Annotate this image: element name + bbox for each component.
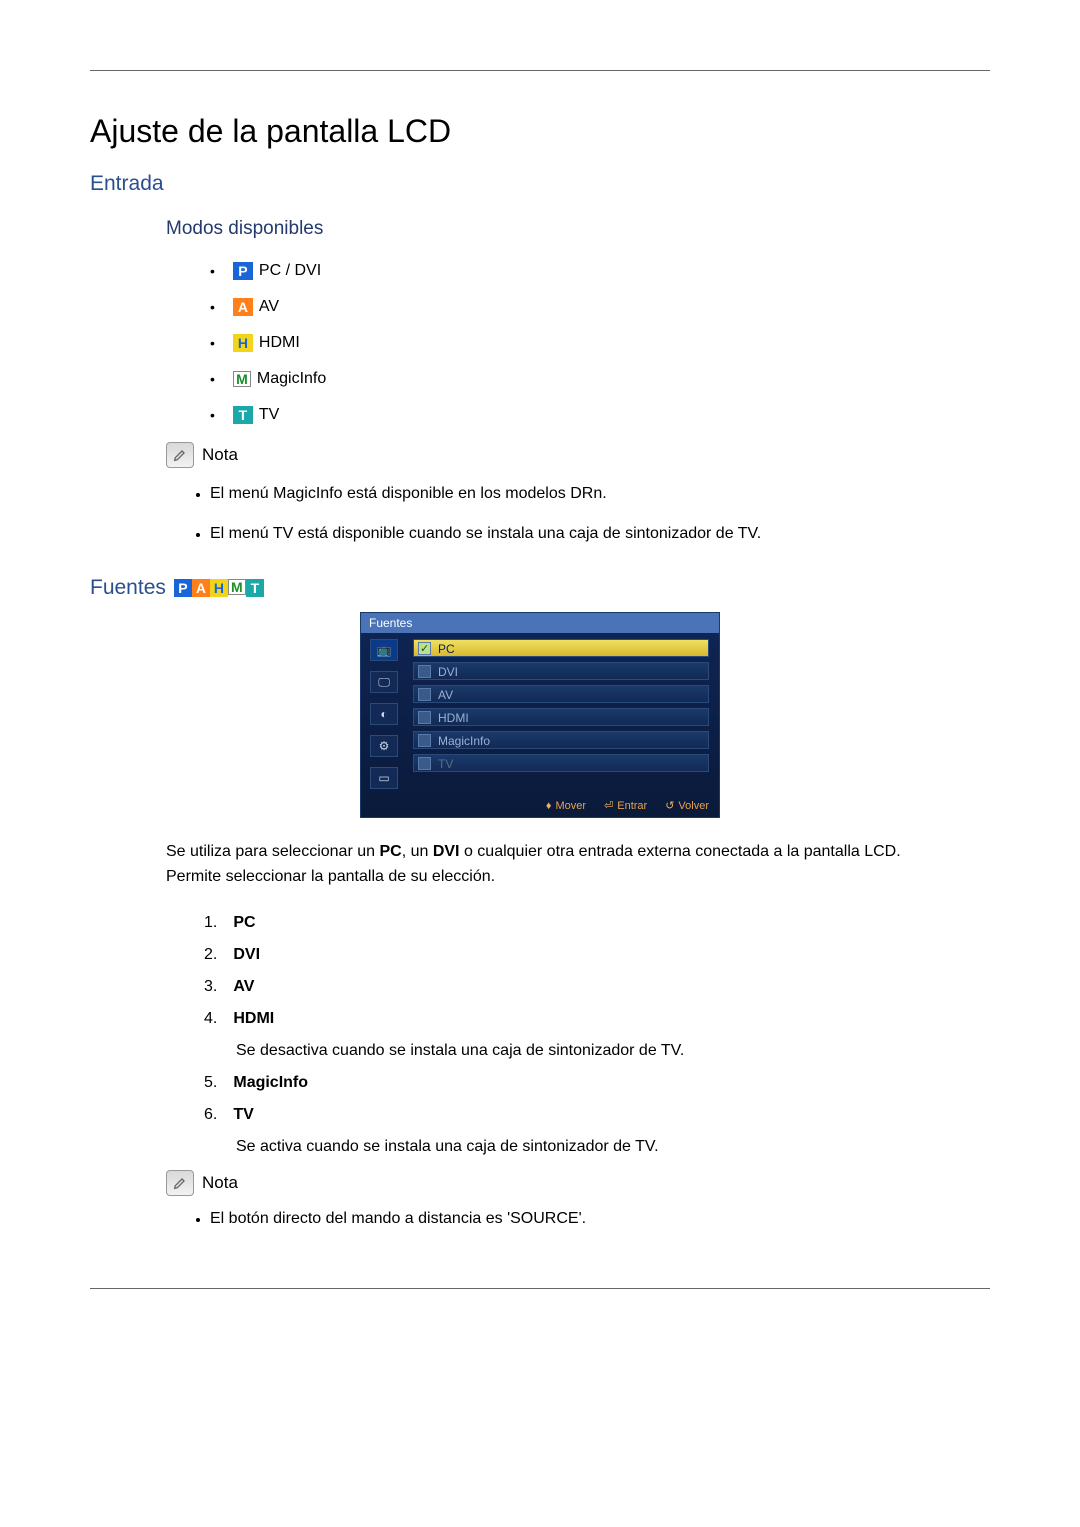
checkbox-icon: [418, 734, 431, 747]
mode-badge-A-icon: A: [233, 298, 253, 316]
osd-nav-icon: 🖵: [370, 671, 398, 693]
osd-item: HDMI: [413, 708, 709, 726]
osd-item: TV: [413, 754, 709, 772]
osd-screenshot: Fuentes 📺 🖵 ◐ ⚙ ▭ PC DVI AV HDMI MagicInfo TV…: [90, 612, 990, 818]
osd-list: PC DVI AV HDMI MagicInfo TV: [407, 633, 719, 795]
osd-nav-icon: ▭: [370, 767, 398, 789]
badge-T-icon: T: [246, 579, 264, 597]
source-label: MagicInfo: [233, 1074, 308, 1091]
page-title: Ajuste de la pantalla LCD: [90, 113, 990, 150]
osd-nav-icon: 📺: [370, 639, 398, 661]
osd-item: AV: [413, 685, 709, 703]
source-item: DVI: [204, 946, 990, 964]
osd-item-label: MagicInfo: [438, 734, 490, 748]
sources-list: PC DVI AV HDMI Se desactiva cuando se instal…: [204, 914, 990, 1156]
note-item: El menú TV está disponible cuando se ins…: [210, 522, 990, 546]
fuentes-heading: Fuentes: [90, 576, 166, 600]
osd-title: Fuentes: [361, 613, 719, 633]
osd-item: DVI: [413, 662, 709, 680]
modos-heading: Modos disponibles: [166, 218, 990, 240]
osd-item-label: HDMI: [438, 711, 469, 725]
osd-item-label: PC: [438, 642, 455, 656]
osd-nav-icon: ⚙: [370, 735, 398, 757]
mode-label: TV: [259, 406, 279, 424]
fuentes-heading-row: Fuentes PAHMT: [90, 576, 990, 600]
checkbox-icon: [418, 757, 431, 770]
nota-row-2: Nota: [166, 1170, 990, 1196]
osd-mover: Mover: [555, 800, 586, 812]
mode-badge-T-icon: T: [233, 406, 253, 424]
osd-entrar: Entrar: [617, 800, 647, 812]
osd-item-label: TV: [438, 757, 453, 771]
badge-M-icon: M: [228, 579, 246, 595]
badge-H-icon: H: [210, 579, 228, 597]
mode-badge-P-icon: P: [233, 262, 253, 280]
osd-panel: Fuentes 📺 🖵 ◐ ⚙ ▭ PC DVI AV HDMI MagicInfo TV…: [360, 612, 720, 818]
return-icon: ↺: [665, 799, 674, 812]
move-icon: ♦: [546, 800, 552, 812]
source-sub: Se activa cuando se instala una caja de …: [236, 1138, 990, 1156]
mode-item: A AV: [210, 298, 990, 316]
source-item: MagicInfo: [204, 1074, 990, 1092]
source-item: AV: [204, 978, 990, 996]
mode-item: M MagicInfo: [210, 370, 990, 388]
source-sub: Se desactiva cuando se instala una caja …: [236, 1042, 990, 1060]
pencil-icon: [166, 1170, 194, 1196]
note-item: El menú MagicInfo está disponible en los…: [210, 482, 990, 506]
top-divider: [90, 70, 990, 71]
osd-item-label: DVI: [438, 665, 458, 679]
checkbox-icon: [418, 711, 431, 724]
nota-label-2: Nota: [202, 1173, 238, 1193]
osd-nav: 📺 🖵 ◐ ⚙ ▭: [361, 633, 407, 795]
mode-item: H HDMI: [210, 334, 990, 352]
source-item: TV Se activa cuando se instala una caja d…: [204, 1106, 990, 1156]
section-entrada: Entrada: [90, 172, 990, 196]
mode-badge-H-icon: H: [233, 334, 253, 352]
badge-A-icon: A: [192, 579, 210, 597]
entrada-notes: El menú MagicInfo está disponible en los…: [210, 482, 990, 546]
osd-item: MagicInfo: [413, 731, 709, 749]
fuentes-badges: PAHMT: [174, 579, 264, 597]
nota-item: El botón directo del mando a distancia e…: [210, 1210, 990, 1228]
nota-label-1: Nota: [202, 445, 238, 465]
fuentes-description: Se utiliza para seleccionar un PC, un DV…: [166, 840, 914, 890]
mode-badge-M-icon: M: [233, 371, 251, 387]
pencil-icon: [166, 442, 194, 468]
source-label: AV: [233, 978, 254, 995]
source-label: PC: [233, 914, 255, 931]
osd-footer: ♦Mover ⏎ Entrar ↺ Volver: [361, 795, 719, 817]
checkbox-icon: [418, 665, 431, 678]
enter-icon: ⏎: [604, 799, 613, 812]
mode-label: AV: [259, 298, 279, 316]
checkbox-icon: [418, 688, 431, 701]
source-label: TV: [233, 1106, 253, 1123]
mode-item: P PC / DVI: [210, 262, 990, 280]
osd-item: PC: [413, 639, 709, 657]
source-label: HDMI: [233, 1010, 274, 1027]
source-item: HDMI Se desactiva cuando se instala una c…: [204, 1010, 990, 1060]
osd-volver: Volver: [678, 800, 709, 812]
mode-item: T TV: [210, 406, 990, 424]
nota-row-1: Nota: [166, 442, 990, 468]
source-label: DVI: [233, 946, 260, 963]
fuentes-nota-list: El botón directo del mando a distancia e…: [210, 1210, 990, 1228]
modes-list: P PC / DVI A AV H HDMI M MagicInfoT TV: [210, 262, 990, 424]
source-item: PC: [204, 914, 990, 932]
checkbox-icon: [418, 642, 431, 655]
osd-nav-icon: ◐: [370, 703, 398, 725]
badge-P-icon: P: [174, 579, 192, 597]
mode-label: MagicInfo: [257, 370, 326, 388]
mode-label: HDMI: [259, 334, 300, 352]
osd-item-label: AV: [438, 688, 453, 702]
bottom-divider: [90, 1288, 990, 1289]
mode-label: PC / DVI: [259, 262, 321, 280]
